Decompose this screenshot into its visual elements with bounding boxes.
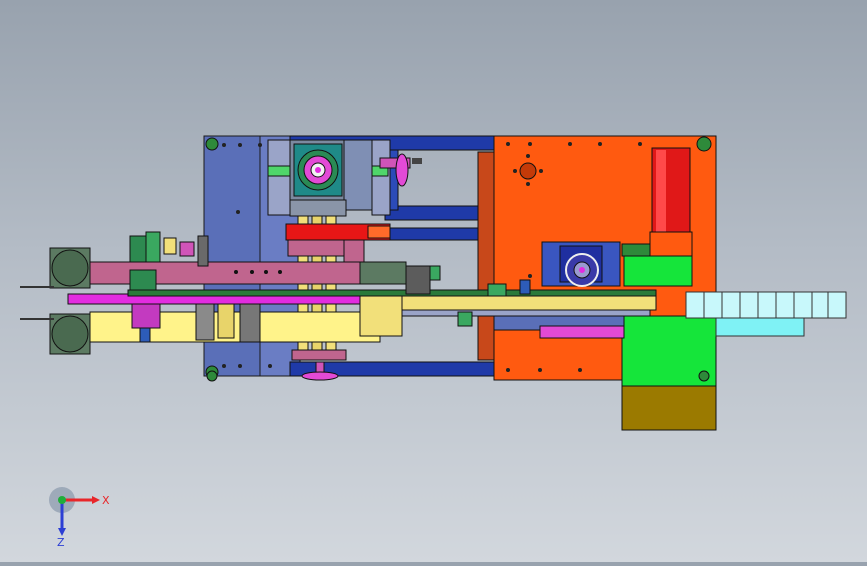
cad-viewport[interactable]: X Z — [0, 0, 867, 562]
triad-z-label: Z — [57, 536, 65, 549]
machine-assembly-drawing — [20, 135, 847, 431]
triad-icon: X Z — [49, 487, 110, 549]
triad-x-label: X — [102, 494, 110, 507]
orientation-triad[interactable]: X Z — [40, 478, 120, 550]
right-handwheel — [541, 241, 621, 287]
